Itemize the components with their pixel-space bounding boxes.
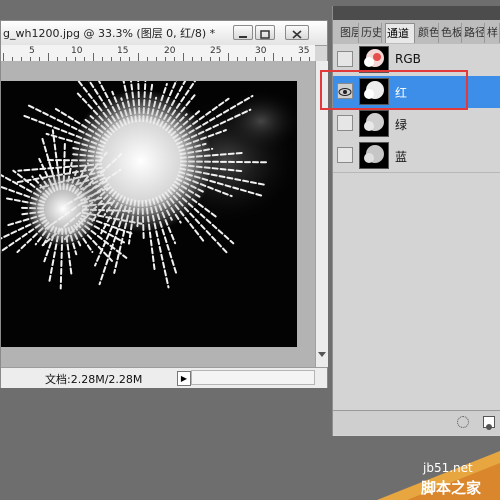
- document-size-status: 文档:2.28M/2.28M: [45, 373, 143, 386]
- ruler-tick: [273, 53, 274, 61]
- thumbnail-green-icon: [364, 113, 384, 131]
- ruler-tick: [93, 53, 94, 61]
- ruler-tick: [138, 53, 139, 61]
- fireworks-image[interactable]: [1, 81, 297, 347]
- channel-thumbnail: [359, 142, 389, 169]
- panel-tabs: 图层 历史 通道 颜色 色板 路径 样: [333, 20, 500, 45]
- ruler-label: 5: [29, 46, 35, 56]
- ruler-label: 35: [298, 46, 310, 56]
- minimize-icon: [239, 36, 247, 38]
- tab-layers[interactable]: 图层: [339, 23, 359, 43]
- minimize-button[interactable]: [233, 25, 253, 40]
- close-icon: [292, 30, 302, 39]
- status-menu-arrow[interactable]: ▶: [177, 371, 191, 386]
- tab-styles[interactable]: 样: [486, 23, 500, 43]
- save-selection-button[interactable]: [483, 416, 495, 430]
- thumbnail-rgb-icon: [364, 49, 384, 67]
- red-channel-highlight-box: [320, 70, 468, 110]
- document-window: g_wh1200.jpg @ 33.3% (图层 0, 红/8) * 5 10 …: [0, 20, 328, 388]
- visibility-toggle[interactable]: [337, 115, 353, 131]
- watermark: jb51.net 脚本之家: [377, 447, 500, 500]
- document-title: g_wh1200.jpg @ 33.3% (图层 0, 红/8) *: [3, 27, 216, 40]
- canvas-area[interactable]: [1, 61, 315, 367]
- channel-name: 蓝: [395, 150, 408, 164]
- panel-footer: [333, 410, 500, 435]
- mask-icon: [486, 424, 492, 430]
- panel-header-strip[interactable]: [333, 6, 500, 20]
- ruler-tick: [3, 53, 4, 61]
- tab-history[interactable]: 历史: [360, 23, 382, 43]
- close-button[interactable]: [285, 25, 309, 40]
- watermark-url: jb51.net: [423, 461, 473, 475]
- channel-row-blue[interactable]: 蓝: [333, 140, 500, 173]
- maximize-icon: [260, 30, 270, 39]
- ruler-tick: [48, 53, 49, 61]
- ruler-label: 25: [210, 46, 222, 56]
- ruler-tick: [228, 53, 229, 61]
- visibility-toggle[interactable]: [337, 51, 353, 67]
- channel-name: RGB: [395, 52, 421, 66]
- channel-name: 绿: [395, 118, 408, 132]
- fireworks-red-channel-picture: [1, 81, 297, 347]
- watermark-text: 脚本之家: [421, 479, 482, 497]
- tab-swatches[interactable]: 色板: [440, 23, 462, 43]
- visibility-toggle[interactable]: [337, 147, 353, 163]
- maximize-button[interactable]: [255, 25, 275, 40]
- horizontal-scrollbar[interactable]: [191, 370, 315, 385]
- thumbnail-blue-icon: [364, 145, 384, 163]
- horizontal-ruler: 5 10 15 20 25 30 35: [1, 45, 315, 62]
- channel-thumbnail: [359, 110, 389, 137]
- ruler-label: 30: [255, 46, 267, 56]
- tab-paths[interactable]: 路径: [463, 23, 485, 43]
- ruler-label: 10: [71, 46, 83, 56]
- ruler-tick: [183, 53, 184, 61]
- load-selection-button[interactable]: [457, 416, 469, 428]
- tab-channels[interactable]: 通道: [385, 23, 415, 43]
- ruler-label: 20: [164, 46, 176, 56]
- status-bar: 文档:2.28M/2.28M ▶: [1, 367, 327, 388]
- document-titlebar[interactable]: g_wh1200.jpg @ 33.3% (图层 0, 红/8) *: [1, 21, 327, 46]
- channel-thumbnail: [359, 46, 389, 73]
- channel-row-green[interactable]: 绿: [333, 108, 500, 141]
- ruler-label: 15: [117, 46, 129, 56]
- tab-color[interactable]: 颜色: [417, 23, 439, 43]
